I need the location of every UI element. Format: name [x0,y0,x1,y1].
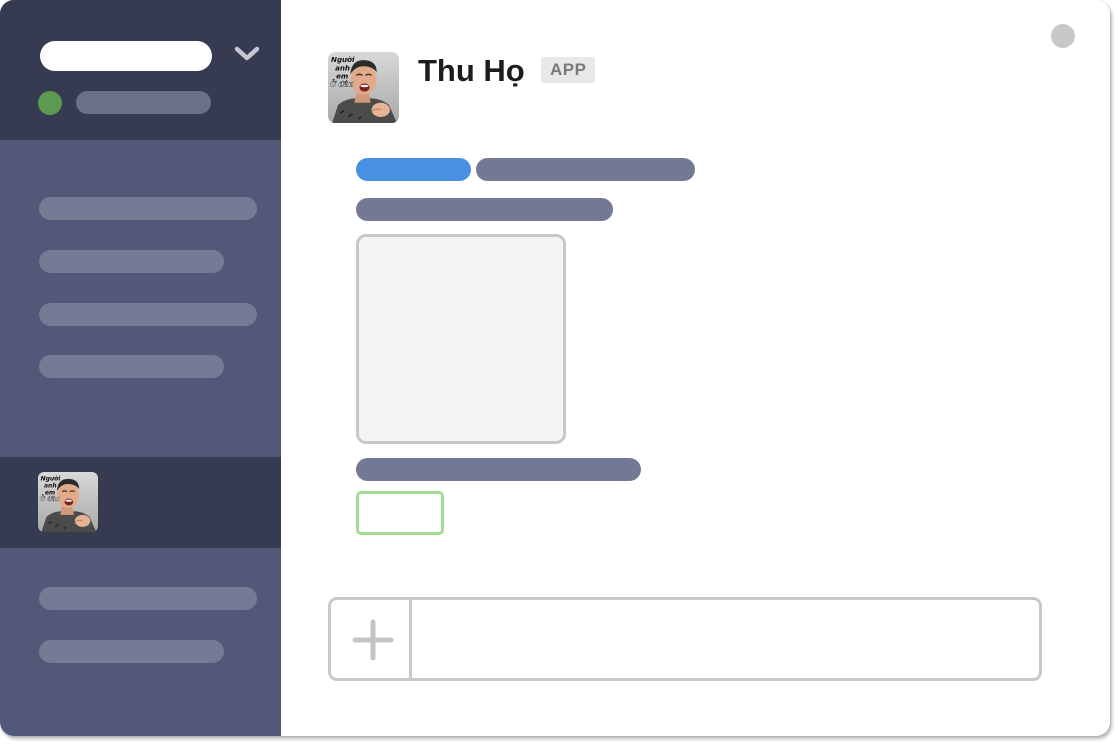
workspace-header[interactable] [0,0,281,140]
workspace-name-placeholder [40,41,212,71]
plus-icon[interactable] [331,600,412,678]
message-text-placeholder [476,158,695,181]
bot-name[interactable]: Thu Họ [418,52,525,90]
bot-avatar[interactable] [328,52,399,123]
action-button[interactable] [356,491,444,535]
sidebar-item-3[interactable] [39,303,257,326]
sidebar-item-4[interactable] [39,355,224,378]
image-attachment-placeholder[interactable] [356,234,566,444]
message-text-placeholder [356,458,641,481]
message-composer [328,597,1042,681]
sidebar [0,0,281,736]
message-mention-placeholder[interactable] [356,158,471,181]
status-dot-icon [38,91,62,115]
window-control-icon[interactable] [1051,24,1075,48]
app-window: Thu Họ APP [0,0,1110,736]
app-badge: APP [541,57,596,83]
user-status-placeholder [76,91,211,114]
sidebar-item-5[interactable] [39,587,257,610]
message-input[interactable] [415,600,1039,678]
sidebar-item-1[interactable] [39,197,257,220]
sidebar-item-6[interactable] [39,640,224,663]
message-text-placeholder [356,198,613,221]
sidebar-item-2[interactable] [39,250,224,273]
sidebar-item-app-active[interactable] [0,457,281,548]
chevron-down-icon[interactable] [231,43,263,65]
app-avatar [38,472,98,532]
main-panel: Thu Họ APP [281,0,1110,736]
